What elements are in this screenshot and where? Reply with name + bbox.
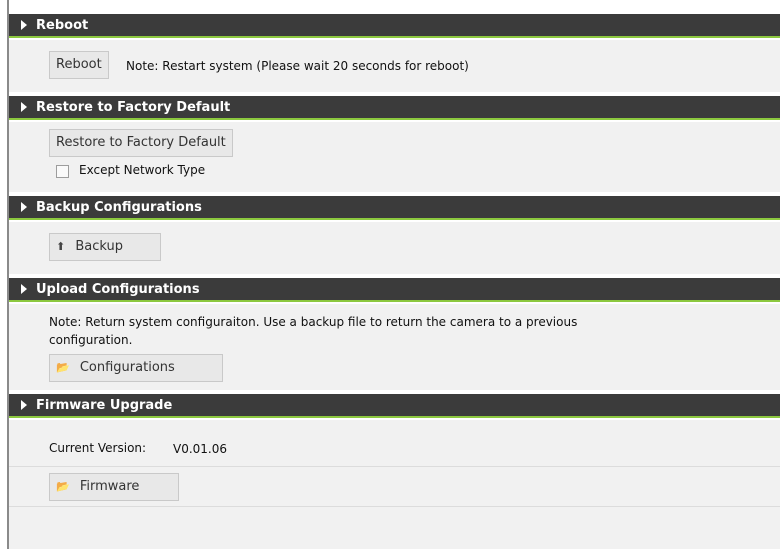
reboot-section-body: Reboot Note: Restart system (Please wait… xyxy=(9,40,780,92)
maintenance-page: Reboot Reboot Note: Restart system (Plea… xyxy=(0,0,780,549)
firmware-upload-button[interactable]: 📂 Firmware xyxy=(49,473,179,501)
upload-section-header[interactable]: Upload Configurations xyxy=(9,278,780,302)
restore-factory-default-button[interactable]: Restore to Factory Default xyxy=(49,129,233,157)
backup-section-title: Backup Configurations xyxy=(36,200,202,215)
except-network-type-checkbox[interactable] xyxy=(56,165,69,178)
restore-section-header[interactable]: Restore to Factory Default xyxy=(9,96,780,120)
restore-section-title: Restore to Factory Default xyxy=(36,100,231,115)
firmware-button-label: Firmware xyxy=(79,479,140,494)
backup-button[interactable]: ⬆ Backup xyxy=(49,233,161,261)
firmware-row-divider xyxy=(9,506,780,507)
reboot-button-label: Reboot xyxy=(56,57,102,72)
backup-button-label: Backup xyxy=(75,239,124,254)
configurations-button-label: Configurations xyxy=(79,360,175,375)
backup-section-body: ⬆ Backup xyxy=(9,222,780,274)
reboot-section-header[interactable]: Reboot xyxy=(9,14,780,38)
upload-section-title: Upload Configurations xyxy=(36,282,200,297)
up-arrow-icon: ⬆ xyxy=(56,240,66,253)
current-version-label: Current Version: xyxy=(49,441,147,455)
reboot-section-title: Reboot xyxy=(36,18,89,33)
triangle-right-icon xyxy=(21,20,27,30)
upload-section-body: Note: Return system configuraiton. Use a… xyxy=(9,304,780,390)
upload-note-line-2: configuration. xyxy=(49,333,133,347)
firmware-row-divider xyxy=(9,466,780,467)
upload-configurations-button[interactable]: 📂 Configurations xyxy=(49,354,223,382)
triangle-right-icon xyxy=(21,400,27,410)
restore-section-body: Restore to Factory Default Except Networ… xyxy=(9,122,780,192)
restore-button-label: Restore to Factory Default xyxy=(56,135,226,150)
reboot-button[interactable]: Reboot xyxy=(49,51,109,79)
triangle-right-icon xyxy=(21,202,27,212)
reboot-note: Note: Restart system (Please wait 20 sec… xyxy=(126,59,469,73)
firmware-section-header[interactable]: Firmware Upgrade xyxy=(9,394,780,418)
maintenance-panel: Reboot Reboot Note: Restart system (Plea… xyxy=(9,0,780,549)
triangle-right-icon xyxy=(21,102,27,112)
except-network-type-label: Except Network Type xyxy=(79,163,206,177)
backup-section-header[interactable]: Backup Configurations xyxy=(9,196,780,220)
current-version-value: V0.01.06 xyxy=(173,442,228,456)
firmware-section-body: Current Version: V0.01.06 📂 Firmware xyxy=(9,420,780,549)
folder-open-icon: 📂 xyxy=(56,480,70,493)
firmware-section-title: Firmware Upgrade xyxy=(36,398,173,413)
triangle-right-icon xyxy=(21,284,27,294)
upload-note-line-1: Note: Return system configuraiton. Use a… xyxy=(49,315,578,329)
folder-open-icon: 📂 xyxy=(56,361,70,374)
